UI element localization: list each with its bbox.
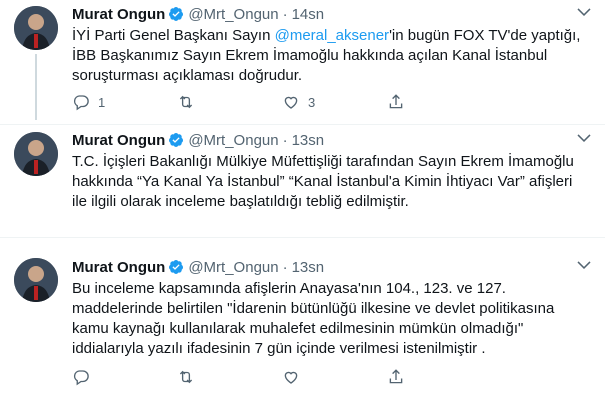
thread-line: [35, 54, 37, 120]
verified-badge-icon: [168, 132, 184, 148]
tweet-text: T.C. İçişleri Bakanlığı Mülkiye Müfettiş…: [72, 153, 579, 210]
separator-dot: ·: [282, 5, 288, 23]
verified-badge-icon: [168, 6, 184, 22]
retweet-icon: [179, 95, 193, 109]
tweet-text: İYİ Parti Genel Başkanı Sayın @meral_aks…: [72, 26, 582, 86]
like-icon: [284, 96, 298, 109]
like-icon: [284, 371, 298, 384]
reply-button[interactable]: 1: [72, 93, 177, 111]
share-icon: [389, 94, 403, 109]
author-handle[interactable]: @Mrt_Ongun: [188, 259, 278, 276]
author-name[interactable]: Murat Ongun: [72, 132, 165, 149]
reply-count: 1: [98, 94, 106, 110]
more-options-icon[interactable]: [575, 257, 593, 275]
share-button[interactable]: [387, 368, 492, 386]
tweet-time[interactable]: 13sn: [292, 132, 325, 149]
tweet-divider: [0, 124, 605, 125]
share-button[interactable]: [387, 93, 492, 111]
author-handle[interactable]: @Mrt_Ongun: [188, 6, 278, 23]
more-options-icon[interactable]: [575, 4, 593, 22]
avatar[interactable]: [14, 132, 58, 176]
like-button[interactable]: 3: [282, 93, 387, 111]
retweet-button[interactable]: [177, 93, 282, 111]
reply-icon: [73, 95, 89, 111]
more-options-icon[interactable]: [575, 130, 593, 148]
like-count: 3: [308, 94, 316, 110]
avatar[interactable]: [14, 6, 58, 50]
avatar[interactable]: [14, 258, 58, 302]
retweet-button[interactable]: [177, 368, 282, 386]
separator-dot: ·: [282, 131, 288, 149]
verified-badge-icon: [168, 259, 184, 275]
retweet-icon: [179, 370, 193, 384]
like-button[interactable]: [282, 368, 387, 386]
tweet-divider: [0, 237, 605, 238]
author-handle[interactable]: @Mrt_Ongun: [188, 132, 278, 149]
tweet-time[interactable]: 13sn: [292, 259, 325, 276]
author-name[interactable]: Murat Ongun: [72, 6, 165, 23]
tweet-2[interactable]: Murat Ongun @Mrt_Ongun · 13sn T.C. İçişl…: [0, 128, 605, 248]
tweet-time[interactable]: 14sn: [292, 6, 325, 23]
mention-link[interactable]: @meral_aksener: [275, 27, 389, 44]
separator-dot: ·: [282, 258, 288, 276]
author-name[interactable]: Murat Ongun: [72, 259, 165, 276]
reply-button[interactable]: [72, 368, 177, 386]
reply-icon: [73, 370, 89, 386]
tweet-text: Bu inceleme kapsamında afişlerin Anayasa…: [72, 280, 559, 357]
tweet-1[interactable]: Murat Ongun @Mrt_Ongun · 14sn İYİ Parti …: [0, 0, 605, 120]
tweet-3[interactable]: Murat Ongun @Mrt_Ongun · 13sn Bu incelem…: [0, 255, 605, 403]
tweet-text-part: İYİ Parti Genel Başkanı Sayın: [72, 27, 275, 44]
share-icon: [389, 369, 403, 384]
